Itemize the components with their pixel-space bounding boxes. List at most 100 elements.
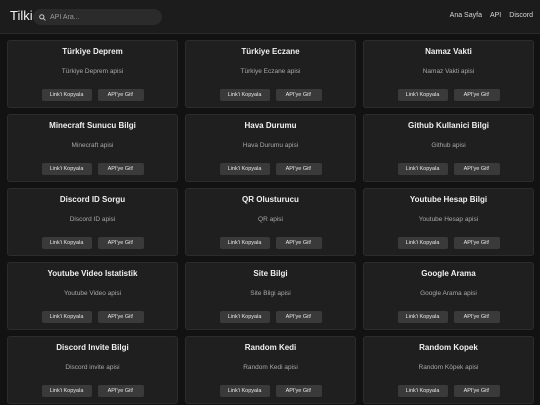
copy-link-button[interactable]: Link'i Kopyala [397, 237, 448, 249]
search-input[interactable] [50, 10, 150, 24]
api-card-actions: Link'i Kopyala API'ye Git! [364, 311, 533, 323]
api-card-title: Namaz Vakti [425, 47, 472, 56]
api-card-actions: Link'i Kopyala API'ye Git! [186, 311, 355, 323]
api-card: Random Kedi Random Kedi apisi Link'i Kopya… [185, 336, 356, 404]
nav-link-discord[interactable]: Discord [509, 12, 533, 19]
api-card-actions: Link'i Kopyala API'ye Git! [186, 237, 355, 249]
api-card-title: Google Arama [421, 269, 476, 278]
api-card-title: Youtube Video Istatistik [47, 269, 138, 278]
api-card: Namaz Vakti Namaz Vakti apisi Link'i Kopya… [363, 40, 534, 108]
go-to-api-button[interactable]: API'ye Git! [453, 311, 500, 323]
api-card: Random Kopek Random Köpek apisi Link'i Kop… [363, 336, 534, 404]
api-card-description: Github apisi [431, 142, 466, 149]
api-card-title: Random Kedi [244, 343, 297, 352]
api-card-title: Minecraft Sunucu Bilgi [49, 121, 136, 130]
copy-link-button[interactable]: Link'i Kopyala [397, 89, 448, 101]
api-card-description: Türkiye Deprem apisi [61, 68, 124, 75]
go-to-api-button[interactable]: API'ye Git! [275, 163, 322, 175]
api-card: Github Kullanici Bilgi Github apisi Link'i… [363, 114, 534, 182]
api-card-title: QR Olusturucu [242, 195, 299, 204]
api-card-title: Türkiye Deprem [62, 47, 123, 56]
go-to-api-button[interactable]: API'ye Git! [453, 385, 500, 397]
api-card: Site Bilgi Site Bilgi apisi Link'i Kopyala… [185, 262, 356, 330]
api-card: Youtube Hesap Bilgi Youtube Hesap apisi Li… [363, 188, 534, 256]
api-card-actions: Link'i Kopyala API'ye Git! [8, 385, 177, 397]
copy-link-button[interactable]: Link'i Kopyala [41, 89, 92, 101]
copy-link-button[interactable]: Link'i Kopyala [219, 163, 270, 175]
api-card-actions: Link'i Kopyala API'ye Git! [186, 89, 355, 101]
api-card-actions: Link'i Kopyala API'ye Git! [364, 237, 533, 249]
brand-logo[interactable]: Tilki [10, 8, 33, 23]
api-card: Google Arama Google Arama apisi Link'i Kop… [363, 262, 534, 330]
copy-link-button[interactable]: Link'i Kopyala [41, 385, 92, 397]
api-card-actions: Link'i Kopyala API'ye Git! [186, 163, 355, 175]
copy-link-button[interactable]: Link'i Kopyala [41, 163, 92, 175]
copy-link-button[interactable]: Link'i Kopyala [41, 237, 92, 249]
go-to-api-button[interactable]: API'ye Git! [275, 237, 322, 249]
api-card-title: Youtube Hesap Bilgi [409, 195, 488, 204]
go-to-api-button[interactable]: API'ye Git! [97, 311, 144, 323]
api-card: Discord ID Sorgu Discord ID apisi Link'i K… [7, 188, 178, 256]
go-to-api-button[interactable]: API'ye Git! [453, 237, 500, 249]
api-card-actions: Link'i Kopyala API'ye Git! [8, 89, 177, 101]
api-card-actions: Link'i Kopyala API'ye Git! [364, 89, 533, 101]
api-card: Discord Invite Bilgi Discord invite apisi… [7, 336, 178, 404]
api-card-title: Github Kullanici Bilgi [408, 121, 489, 130]
api-card-actions: Link'i Kopyala API'ye Git! [364, 385, 533, 397]
api-card-actions: Link'i Kopyala API'ye Git! [8, 311, 177, 323]
copy-link-button[interactable]: Link'i Kopyala [397, 385, 448, 397]
api-card-description: Türkiye Eczane apisi [240, 68, 301, 75]
api-card-description: Random Köpek apisi [418, 364, 479, 371]
go-to-api-button[interactable]: API'ye Git! [97, 237, 144, 249]
api-card-actions: Link'i Kopyala API'ye Git! [8, 163, 177, 175]
search-icon [39, 13, 46, 21]
api-card-title: Discord Invite Bilgi [56, 343, 129, 352]
api-card-actions: Link'i Kopyala API'ye Git! [364, 163, 533, 175]
api-card: QR Olusturucu QR apisi Link'i Kopyala API'y… [185, 188, 356, 256]
go-to-api-button[interactable]: API'ye Git! [275, 89, 322, 101]
api-card-grid: Türkiye Deprem Türkiye Deprem apisi Link'i… [7, 40, 534, 404]
api-card-title: Random Kopek [419, 343, 478, 352]
go-to-api-button[interactable]: API'ye Git! [275, 311, 322, 323]
copy-link-button[interactable]: Link'i Kopyala [219, 89, 270, 101]
api-card-description: Google Arama apisi [420, 290, 477, 297]
api-card-description: Discord invite apisi [65, 364, 120, 371]
copy-link-button[interactable]: Link'i Kopyala [219, 385, 270, 397]
copy-link-button[interactable]: Link'i Kopyala [397, 311, 448, 323]
api-card: Minecraft Sunucu Bilgi Minecraft apisi Lin… [7, 114, 178, 182]
nav-link-home[interactable]: Ana Sayfa [450, 12, 482, 19]
search-box[interactable] [33, 9, 162, 25]
api-card-description: Discord ID apisi [69, 216, 116, 223]
nav-links: Ana Sayfa API Discord [450, 12, 533, 19]
api-card-description: Youtube Video apisi [63, 290, 122, 297]
api-card-actions: Link'i Kopyala API'ye Git! [186, 385, 355, 397]
copy-link-button[interactable]: Link'i Kopyala [41, 311, 92, 323]
go-to-api-button[interactable]: API'ye Git! [97, 385, 144, 397]
api-card-actions: Link'i Kopyala API'ye Git! [8, 237, 177, 249]
api-card: Türkiye Eczane Türkiye Eczane apisi Link'i… [185, 40, 356, 108]
go-to-api-button[interactable]: API'ye Git! [275, 385, 322, 397]
api-card-title: Discord ID Sorgu [59, 195, 126, 204]
copy-link-button[interactable]: Link'i Kopyala [219, 311, 270, 323]
api-card: Hava Durumu Hava Durumu apisi Link'i Kopya… [185, 114, 356, 182]
api-card-description: Hava Durumu apisi [242, 142, 299, 149]
copy-link-button[interactable]: Link'i Kopyala [397, 163, 448, 175]
api-card: Youtube Video Istatistik Youtube Video ap… [7, 262, 178, 330]
nav-link-api[interactable]: API [490, 12, 501, 19]
api-card-title: Hava Durumu [244, 121, 297, 130]
go-to-api-button[interactable]: API'ye Git! [97, 89, 144, 101]
api-card-description: Minecraft apisi [71, 142, 114, 149]
api-card-title: Site Bilgi [253, 269, 288, 278]
navbar: Tilki Ana Sayfa API Discord [0, 0, 540, 34]
api-card-description: QR apisi [258, 216, 283, 223]
copy-link-button[interactable]: Link'i Kopyala [219, 237, 270, 249]
go-to-api-button[interactable]: API'ye Git! [453, 89, 500, 101]
api-card-title: Türkiye Eczane [241, 47, 300, 56]
go-to-api-button[interactable]: API'ye Git! [97, 163, 144, 175]
api-card-description: Site Bilgi apisi [250, 290, 291, 297]
api-card-description: Random Kedi apisi [243, 364, 298, 371]
api-card-description: Namaz Vakti apisi [422, 68, 475, 75]
go-to-api-button[interactable]: API'ye Git! [453, 163, 500, 175]
api-card-description: Youtube Hesap apisi [418, 216, 479, 223]
api-card: Türkiye Deprem Türkiye Deprem apisi Link'i… [7, 40, 178, 108]
